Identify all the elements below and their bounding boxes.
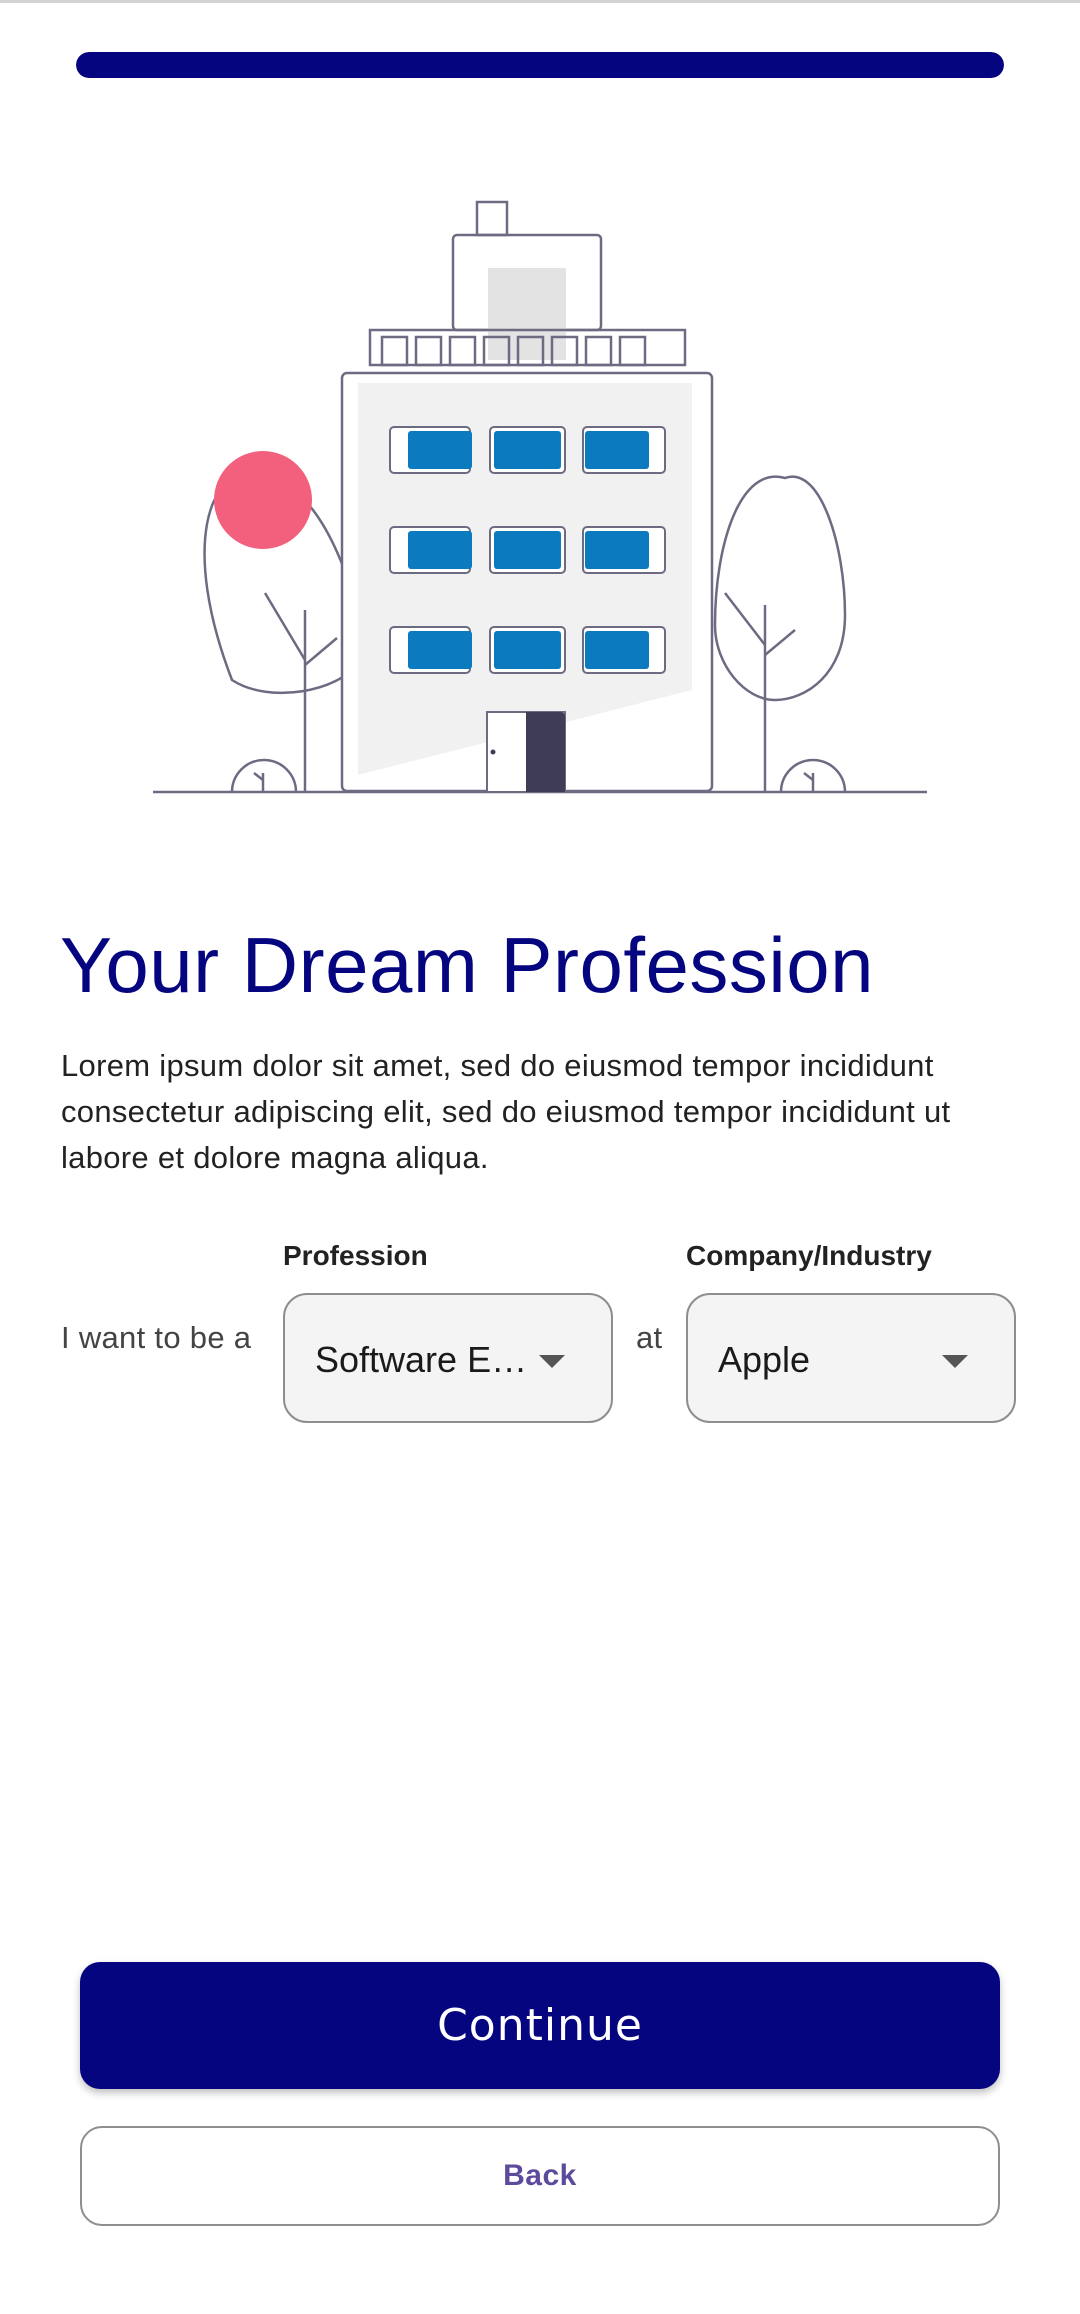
top-divider [0, 0, 1080, 3]
back-button[interactable]: Back [80, 2126, 1000, 2226]
progress-bar [76, 52, 1004, 78]
connector-label: at [636, 1320, 663, 1355]
progress-bar-fill [76, 52, 1004, 78]
company-value: Apple [718, 1339, 811, 1380]
profession-dropdown[interactable]: Software E… [283, 1293, 613, 1423]
company-dropdown[interactable]: Apple [686, 1293, 1016, 1423]
page-title: Your Dream Profession [60, 921, 874, 1009]
profession-label: Profession [283, 1240, 428, 1271]
description-text: Lorem ipsum dolor sit amet, sed do eiusm… [61, 1048, 951, 1175]
arrow-drop-down-icon [539, 1355, 565, 1368]
company-label: Company/Industry [686, 1240, 932, 1271]
arrow-drop-down-icon [942, 1355, 968, 1368]
continue-button[interactable]: Continue [80, 1962, 1000, 2089]
building-illustration [153, 200, 927, 794]
profession-value: Software E… [315, 1339, 528, 1380]
prefix-label: I want to be a [61, 1320, 252, 1355]
